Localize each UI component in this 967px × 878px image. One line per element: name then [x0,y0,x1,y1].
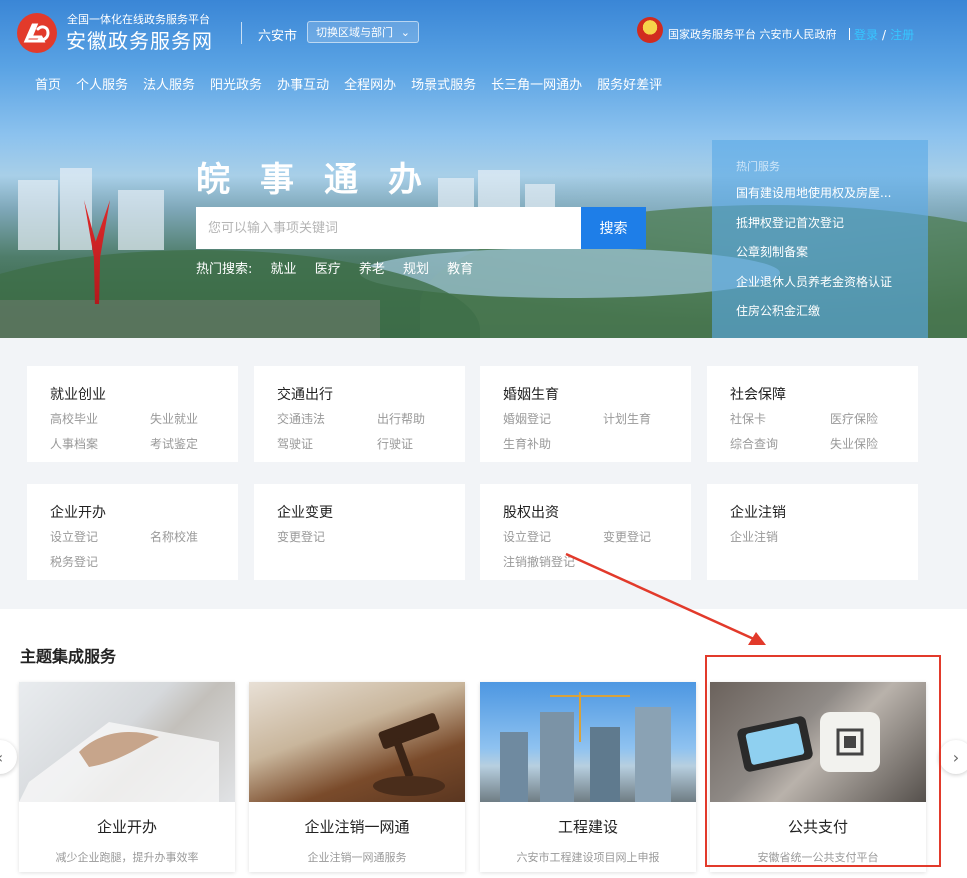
category-title[interactable]: 企业开办 [50,502,238,522]
category-link[interactable]: 婚姻登记 [503,410,603,427]
category-card: 企业注销 企业注销 [707,484,918,580]
topic-section-title: 主题集成服务 [20,647,117,666]
auth-separator: / [882,28,887,42]
category-card: 交通出行 交通违法 出行帮助 驾驶证 行驶证 [254,366,465,462]
topic-card-subtitle: 安徽省统一公共支付平台 [757,851,879,864]
national-emblem-icon [637,17,663,43]
hot-keyword[interactable]: 养老 [359,262,385,277]
nav-item-yangtze-delta[interactable]: 长三角一网通办 [491,74,582,93]
category-link[interactable]: 企业注销 [730,528,830,545]
search-button[interactable]: 搜索 [581,207,646,249]
hot-service-item[interactable]: 企业退休人员养老金资格认证 [736,268,928,298]
nav-item-interaction[interactable]: 办事互动 [277,74,329,93]
region-switch-button[interactable]: 切换区域与部门 ⌄ [307,21,419,43]
hot-keyword[interactable]: 规划 [403,262,429,277]
header-divider [241,22,242,44]
category-link[interactable]: 医疗保险 [830,410,920,427]
category-link[interactable]: 计划生育 [603,410,693,427]
hot-search-row: 热门搜索: 就业 医疗 养老 规划 教育 [196,258,473,277]
category-title[interactable]: 社会保障 [730,384,918,404]
nav-item-online[interactable]: 全程网办 [344,74,396,93]
topic-card[interactable]: 工程建设 六安市工程建设项目网上申报 [480,682,696,872]
nav-item-evaluation[interactable]: 服务好差评 [597,74,662,93]
hero-slogan: 皖事通办 [196,160,452,200]
topic-card-subtitle: 减少企业跑腿，提升办事效率 [55,851,199,864]
category-title[interactable]: 股权出资 [503,502,691,522]
nav-item-scenario[interactable]: 场景式服务 [411,74,476,93]
topic-card-title: 企业注销一网通 [304,818,410,836]
topic-card-image [480,682,696,802]
category-title[interactable]: 婚姻生育 [503,384,691,404]
category-card: 企业变更 变更登记 [254,484,465,580]
category-link[interactable]: 驾驶证 [277,435,377,452]
topic-card-subtitle: 六安市工程建设项目网上申报 [516,851,660,864]
category-link[interactable]: 行驶证 [377,435,467,452]
nav-item-legal-person[interactable]: 法人服务 [143,74,195,93]
register-link[interactable]: 注册 [890,28,914,42]
topic-card[interactable]: 企业开办 减少企业跑腿，提升办事效率 [19,682,235,872]
category-link[interactable]: 高校毕业 [50,410,150,427]
auth-divider [849,28,850,40]
topic-card-subtitle: 企业注销一网通服务 [307,851,407,864]
category-title[interactable]: 就业创业 [50,384,238,404]
chevron-down-icon: ⌄ [400,25,410,39]
category-link[interactable]: 综合查询 [730,435,830,452]
category-title[interactable]: 企业变更 [277,502,465,522]
category-card: 企业开办 设立登记 名称校准 税务登记 [27,484,238,580]
category-link[interactable]: 生育补助 [503,435,603,452]
hot-keyword[interactable]: 医疗 [315,262,341,277]
category-title[interactable]: 企业注销 [730,502,918,522]
hot-service-item[interactable]: 住房公积金汇缴 [736,297,928,327]
current-city: 六安市 [258,29,298,44]
chevron-right-icon[interactable]: › [939,740,967,774]
topic-card-image [710,682,926,802]
topic-card-image [249,682,465,802]
main-nav: 首页 个人服务 法人服务 阳光政务 办事互动 全程网办 场景式服务 长三角一网通… [35,74,677,93]
topic-card[interactable]: 公共支付 安徽省统一公共支付平台 [710,682,926,872]
category-card: 就业创业 高校毕业 失业就业 人事档案 考试鉴定 [27,366,238,462]
category-link[interactable]: 名称校准 [150,528,240,545]
hot-services-panel: 热门服务 国有建设用地使用权及房屋... 抵押权登记首次登记 公章刻制备案 企业… [712,140,928,338]
category-link[interactable]: 社保卡 [730,410,830,427]
category-link[interactable]: 交通违法 [277,410,377,427]
category-link[interactable]: 出行帮助 [377,410,467,427]
category-link[interactable]: 人事档案 [50,435,150,452]
hot-services-title: 热门服务 [736,160,780,173]
category-link[interactable]: 税务登记 [50,553,150,570]
login-link[interactable]: 登录 [854,28,878,42]
category-link[interactable]: 设立登记 [50,528,150,545]
topic-card[interactable]: 企业注销一网通 企业注销一网通服务 [249,682,465,872]
nav-item-home[interactable]: 首页 [35,74,61,93]
hot-service-item[interactable]: 抵押权登记首次登记 [736,209,928,239]
category-card: 社会保障 社保卡 医疗保险 综合查询 失业保险 [707,366,918,462]
category-card: 婚姻生育 婚姻登记 计划生育 生育补助 [480,366,691,462]
hot-service-item[interactable]: 公章刻制备案 [736,238,928,268]
logo-title[interactable]: 安徽政务服务网 [66,25,213,54]
topic-card-image [19,682,235,802]
category-link[interactable]: 失业保险 [830,435,920,452]
category-card: 股权出资 设立登记 变更登记 注销撤销登记 [480,484,691,580]
hot-service-item[interactable]: 国有建设用地使用权及房屋... [736,179,928,209]
search-input[interactable] [196,207,582,249]
category-link[interactable]: 设立登记 [503,528,603,545]
hot-keyword[interactable]: 就业 [271,262,297,277]
auth-links: 登录 / 注册 [849,26,914,43]
topic-card-title: 工程建设 [557,818,618,836]
category-link[interactable]: 失业就业 [150,410,240,427]
topic-card-title: 企业开办 [96,818,157,836]
gov-platform-links[interactable]: 国家政务服务平台 六安市人民政府 [668,26,837,42]
nav-item-open-gov[interactable]: 阳光政务 [210,74,262,93]
category-link[interactable]: 考试鉴定 [150,435,240,452]
category-link[interactable]: 注销撤销登记 [503,553,603,570]
site-logo-icon[interactable] [17,13,57,53]
category-title[interactable]: 交通出行 [277,384,465,404]
region-switch-label: 切换区域与部门 [316,26,393,39]
category-link[interactable]: 变更登记 [277,528,377,545]
nav-item-personal[interactable]: 个人服务 [76,74,128,93]
topic-card-title: 公共支付 [787,818,848,836]
hot-search-label: 热门搜索: [196,262,253,277]
hot-keyword[interactable]: 教育 [447,262,473,277]
category-link[interactable]: 变更登记 [603,528,693,545]
